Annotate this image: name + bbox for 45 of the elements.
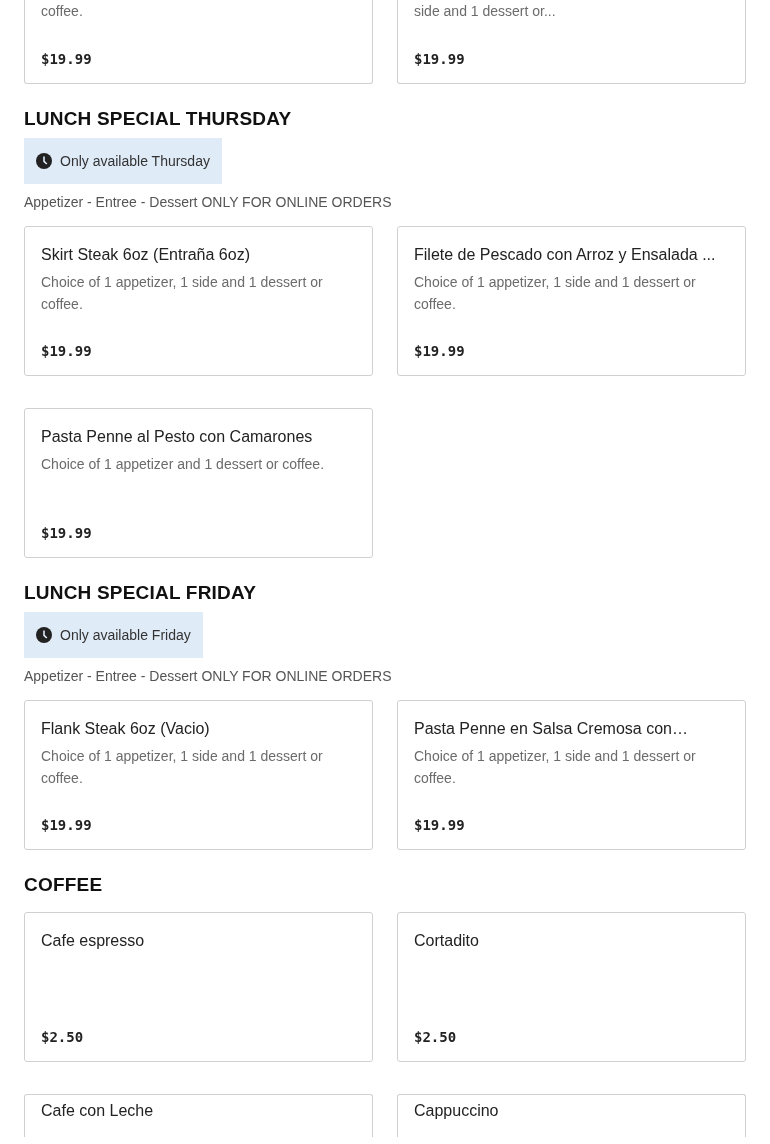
item-name: Cappuccino	[414, 1101, 500, 1121]
item-price: $2.50	[414, 1029, 458, 1045]
item-price: $19.99	[41, 525, 93, 541]
item-description: coffee.	[41, 2, 84, 21]
section-note: Appetizer - Entree - Dessert ONLY FOR ONLINE ORDERS	[24, 667, 393, 686]
item-name: Cafe espresso	[41, 931, 146, 951]
clock-icon	[36, 153, 52, 169]
availability-badge: Only available Friday	[24, 612, 203, 658]
menu-item-card[interactable]: Filete de Pescado con Arroz y Ensalada ... Choice of 1 appetizer, 1 side and 1 dessert or coffee. $19.99	[397, 226, 746, 376]
item-description: Choice of 1 appetizer and 1 dessert or coffee.	[41, 455, 326, 474]
item-price: $19.99	[41, 343, 93, 359]
item-name: Cafe con Leche	[41, 1101, 155, 1121]
section-heading: LUNCH SPECIAL THURSDAY	[24, 107, 293, 131]
section-heading: LUNCH SPECIAL FRIDAY	[24, 581, 258, 605]
menu-item-card[interactable]: Cortadito $2.50	[397, 912, 746, 1062]
menu-item-card[interactable]: coffee. $19.99	[24, 0, 373, 84]
item-price: $19.99	[414, 51, 466, 67]
item-name: Skirt Steak 6oz (Entraña 6oz)	[41, 245, 251, 265]
item-name: Filete de Pescado con Arroz y Ensalada ...	[414, 245, 717, 265]
item-price: $2.50	[41, 1029, 85, 1045]
availability-badge: Only available Thursday	[24, 138, 222, 184]
item-price: $19.99	[414, 343, 466, 359]
item-price: $19.99	[414, 817, 466, 833]
item-price: $19.99	[41, 51, 93, 67]
item-description: Choice of 1 appetizer, 1 side and 1 dessert or coffee.	[41, 273, 324, 314]
menu-item-card[interactable]: side and 1 dessert or... $19.99	[397, 0, 746, 84]
item-price: $19.99	[41, 817, 93, 833]
menu-item-card[interactable]: Pasta Penne en Salsa Cremosa con… Choice of 1 appetizer, 1 side and 1 dessert or coffee. $19.99	[397, 700, 746, 850]
item-description: Choice of 1 appetizer, 1 side and 1 dessert or coffee.	[414, 273, 697, 314]
clock-icon	[36, 627, 52, 643]
item-description: Choice of 1 appetizer, 1 side and 1 dessert or coffee.	[414, 747, 697, 788]
item-name: Flank Steak 6oz (Vacio)	[41, 719, 211, 739]
item-name: Pasta Penne al Pesto con Camarones	[41, 427, 314, 447]
menu-item-card[interactable]: Cappuccino	[397, 1094, 746, 1137]
menu-item-card[interactable]: Pasta Penne al Pesto con Camarones Choice of 1 appetizer and 1 dessert or coffee. $19.99	[24, 408, 373, 558]
menu-item-card[interactable]: Flank Steak 6oz (Vacio) Choice of 1 appetizer, 1 side and 1 dessert or coffee. $19.99	[24, 700, 373, 850]
section-note: Appetizer - Entree - Dessert ONLY FOR ONLINE ORDERS	[24, 193, 393, 212]
section-heading: COFFEE	[24, 873, 104, 897]
item-description: side and 1 dessert or...	[414, 2, 557, 21]
menu-item-card[interactable]: Cafe con Leche	[24, 1094, 373, 1137]
menu-item-card[interactable]: Cafe espresso $2.50	[24, 912, 373, 1062]
item-description: Choice of 1 appetizer, 1 side and 1 dessert or coffee.	[41, 747, 324, 788]
menu-item-card[interactable]: Skirt Steak 6oz (Entraña 6oz) Choice of 1 appetizer, 1 side and 1 dessert or coffee. $19.99	[24, 226, 373, 376]
item-name: Pasta Penne en Salsa Cremosa con…	[414, 719, 689, 739]
item-name: Cortadito	[414, 931, 480, 951]
